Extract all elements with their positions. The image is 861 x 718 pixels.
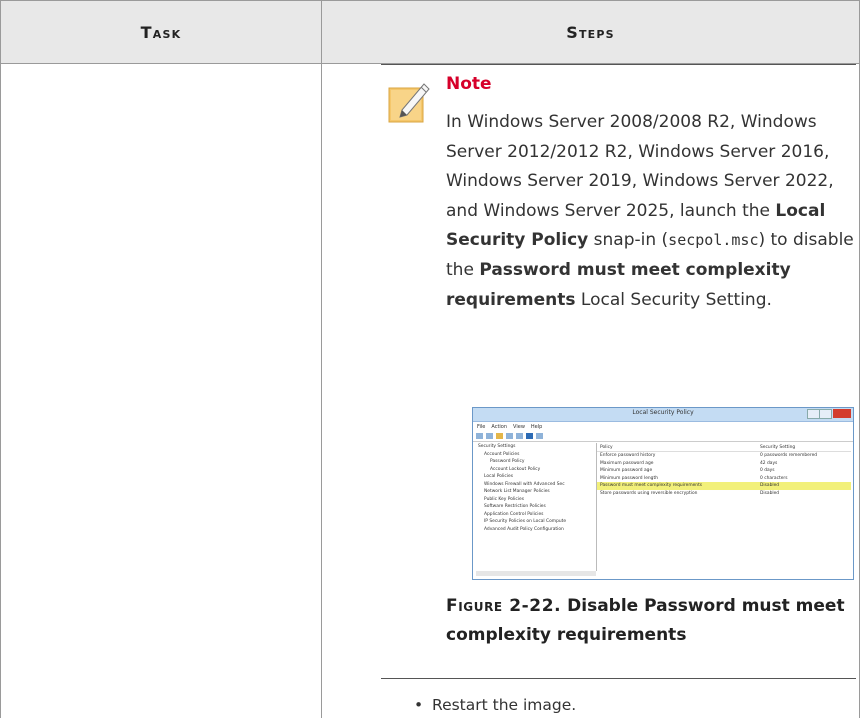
note-body: In Windows Server 2008/2008 R2, Windows … (446, 108, 858, 315)
policy-name: Maximum password age (600, 460, 654, 466)
policy-name: Enforce password history (600, 453, 656, 459)
policy-setting: 42 days (760, 460, 778, 466)
policy-row: Minimum password length 0 characters (597, 475, 851, 483)
tree-item: Application Control Policies (484, 511, 544, 517)
step-bullet-text: Restart the image. (432, 696, 577, 714)
table-header: Task Steps (1, 0, 859, 64)
steps-column-header: Steps (566, 22, 615, 42)
note-bottom-rule (381, 678, 856, 679)
column-divider (321, 0, 322, 718)
policy-row: Maximum password age 42 days (597, 460, 851, 468)
command-text: secpol.msc (668, 231, 759, 250)
menu-file: File (477, 423, 486, 430)
tree-scrollbar (476, 571, 596, 576)
setting-column-header: Security Setting (760, 444, 796, 450)
tree-item: Password Policy (490, 459, 525, 464)
tree-item: Account Lockout Policy (490, 466, 541, 472)
policy-setting: Disabled (760, 490, 780, 496)
note-outro: Local Security Setting. (575, 289, 772, 310)
policy-row: Minimum password age 0 days (597, 467, 851, 475)
policy-column-header: Policy (600, 444, 613, 450)
tree-item: Security Settings (478, 444, 516, 449)
tree-item: Network List Manager Policies (484, 489, 550, 494)
policy-name: Minimum password length (600, 475, 658, 481)
maximize-icon (819, 409, 832, 419)
figure-label: Figure 2-22. (446, 596, 562, 616)
export-icon (516, 433, 523, 439)
grid-icon (506, 433, 513, 439)
menu-action: Action (491, 423, 508, 430)
policy-name: Password must meet complexity requiremen… (600, 483, 703, 489)
close-icon (833, 409, 851, 418)
menu-help: Help (530, 423, 543, 430)
tree-item: Account Policies (484, 451, 520, 457)
tree-item: IP Security Policies on Local Compute (484, 519, 567, 524)
note-top-rule (381, 64, 856, 65)
help-icon (526, 433, 533, 439)
properties-icon (536, 433, 543, 439)
tree-item: Software Restriction Policies (484, 504, 546, 509)
local-security-policy-screenshot: Local Security Policy File Action View H… (472, 407, 854, 580)
tree-item: Local Policies (484, 474, 514, 479)
tree-item: Windows Firewall with Advanced Sec (484, 481, 565, 487)
bullet-icon: • (414, 696, 424, 714)
task-column-header: Task (140, 22, 182, 42)
screenshot-toolbar (473, 431, 853, 442)
policy-setting: 0 days (760, 468, 775, 474)
back-icon (476, 433, 483, 439)
figure-caption: Figure 2-22. Disable Password must meet … (446, 592, 858, 650)
policy-list: Policy Security Setting Enforce password… (597, 443, 851, 571)
screenshot-window-title: Local Security Policy (632, 409, 694, 416)
policy-row: Enforce password history 0 passwords rem… (597, 452, 851, 460)
policy-setting: 0 passwords remembered (760, 453, 818, 459)
snapin-text: snap-in ( (588, 230, 669, 251)
policy-list-header: Policy Security Setting (597, 443, 851, 452)
policy-tree: Security Settings Account Policies Passw… (476, 443, 597, 571)
tree-item: Public Key Policies (484, 496, 524, 502)
policy-name: Minimum password age (600, 468, 653, 474)
note-title: Note (446, 74, 492, 94)
menu-view: View (513, 423, 525, 430)
folder-icon (496, 433, 503, 439)
screenshot-title-bar: Local Security Policy (473, 408, 853, 422)
forward-icon (486, 433, 493, 439)
policy-row-highlighted: Password must meet complexity requiremen… (597, 482, 851, 490)
screenshot-menu-bar: File Action View Help (473, 422, 853, 431)
policy-setting: Disabled (760, 483, 780, 489)
policy-row: Store passwords using reversible encrypt… (597, 490, 851, 498)
note-icon (388, 83, 430, 123)
policy-setting: 0 characters (760, 475, 788, 481)
tree-item: Advanced Audit Policy Configuration (484, 526, 564, 532)
policy-name: Store passwords using reversible encrypt… (600, 490, 698, 496)
